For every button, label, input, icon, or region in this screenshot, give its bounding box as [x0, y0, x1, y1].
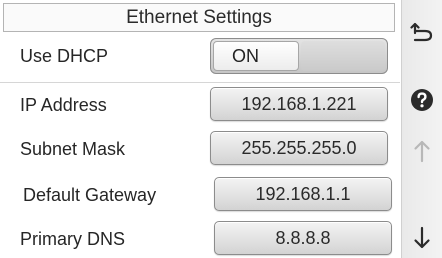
dhcp-toggle-off-state[interactable] [301, 41, 385, 71]
ip-address-label: IP Address [20, 95, 107, 115]
default-gateway-button[interactable]: 192.168.1.1 [214, 177, 392, 211]
page-title: Ethernet Settings [3, 3, 395, 32]
back-button[interactable] [402, 12, 442, 52]
subnet-mask-label: Subnet Mask [20, 139, 126, 159]
setting-row-primary-dns: Primary DNS 8.8.8.8 [0, 217, 400, 258]
arrow-down-icon [412, 226, 432, 250]
back-arrow-icon [410, 20, 434, 44]
primary-dns-label: Primary DNS [20, 229, 126, 249]
subnet-mask-button[interactable]: 255.255.255.0 [210, 131, 388, 165]
settings-panel: Ethernet Settings Use DHCP ON IP Address… [0, 0, 400, 258]
scroll-up-button[interactable] [402, 131, 442, 171]
ethernet-settings-screen: Ethernet Settings Use DHCP ON IP Address… [0, 0, 442, 258]
dhcp-toggle-on-state[interactable]: ON [213, 41, 299, 71]
dhcp-toggle[interactable]: ON [210, 38, 388, 74]
default-gateway-label: Default Gateway [23, 185, 157, 205]
ip-address-button[interactable]: 192.168.1.221 [210, 87, 388, 121]
setting-row-dhcp: Use DHCP ON [0, 34, 400, 78]
scroll-down-button[interactable] [402, 218, 442, 258]
arrow-up-icon [412, 139, 432, 163]
help-button[interactable] [402, 80, 442, 120]
setting-row-ip-address: IP Address 192.168.1.221 [0, 82, 400, 127]
sidebar-nav [401, 0, 442, 258]
dhcp-label: Use DHCP [20, 46, 109, 66]
setting-row-subnet-mask: Subnet Mask 255.255.255.0 [0, 127, 400, 171]
help-icon [410, 88, 434, 112]
setting-row-default-gateway: Default Gateway 192.168.1.1 [0, 173, 400, 217]
primary-dns-button[interactable]: 8.8.8.8 [214, 221, 392, 255]
